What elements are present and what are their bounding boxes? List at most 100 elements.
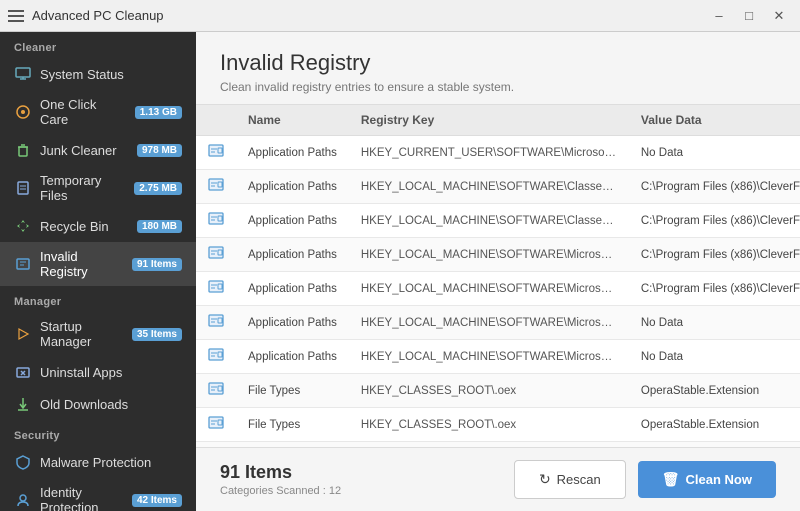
col-key: Registry Key [349,105,629,136]
junk-icon [14,141,32,159]
sidebar-item-label: Invalid Registry [40,249,124,279]
row-registry-key: HKEY_LOCAL_MACHINE\SOFTWARE\Microsoft\Wi… [349,272,629,306]
footer-info: 91 Items Categories Scanned : 12 [220,462,341,497]
row-registry-key: HKEY_LOCAL_MACHINE\SOFTWARE\Classes\Appl… [349,204,629,238]
sidebar-item-one-click-care[interactable]: One Click Care 1.13 GB [0,90,196,134]
table-row: Application PathsHKEY_CURRENT_USER\SOFTW… [196,136,800,170]
row-icon [196,136,236,170]
table-row: Application PathsHKEY_LOCAL_MACHINE\SOFT… [196,238,800,272]
window-controls: – □ ✕ [706,6,792,26]
sidebar-item-label: Malware Protection [40,455,182,470]
content-footer: 91 Items Categories Scanned : 12 ↻ Resca… [196,447,800,511]
categories-scanned: Categories Scanned : 12 [220,485,341,497]
temp-files-badge: 2.75 MB [134,182,182,195]
identity-icon [14,491,32,509]
recycle-icon [14,217,32,235]
sidebar: Cleaner System Status One Click Care [0,32,196,511]
registry-table: Name Registry Key Value Data Application… [196,105,800,447]
registry-table-container[interactable]: Name Registry Key Value Data Application… [196,104,800,447]
startup-manager-badge: 35 Items [132,328,182,341]
row-name: Application Paths [236,204,349,238]
row-name: Application Paths [236,306,349,340]
title-bar: Advanced PC Cleanup – □ ✕ [0,0,800,32]
junk-cleaner-badge: 978 MB [137,144,182,157]
startup-icon [14,325,32,343]
col-name: Name [236,105,349,136]
recycle-bin-badge: 180 MB [137,220,182,233]
sidebar-item-label: System Status [40,67,182,82]
row-icon [196,238,236,272]
invalid-registry-badge: 91 Items [132,258,182,271]
row-name: File Types [236,374,349,408]
sidebar-item-old-downloads[interactable]: Old Downloads [0,388,196,420]
row-name: Application Paths [236,238,349,272]
sidebar-item-identity-protection[interactable]: Identity Protection 42 Items [0,478,196,511]
sidebar-item-malware-protection[interactable]: Malware Protection [0,446,196,478]
sidebar-item-label: Old Downloads [40,397,182,412]
page-subtitle: Clean invalid registry entries to ensure… [220,80,776,94]
window-title: Advanced PC Cleanup [32,8,164,23]
sidebar-item-invalid-registry[interactable]: Invalid Registry 91 Items [0,242,196,286]
row-name: Application Paths [236,272,349,306]
table-row: Application PathsHKEY_LOCAL_MACHINE\SOFT… [196,340,800,374]
rescan-label: Rescan [557,472,601,487]
sidebar-item-startup-manager[interactable]: Startup Manager 35 Items [0,312,196,356]
content-header: Invalid Registry Clean invalid registry … [196,32,800,104]
row-registry-key: HKEY_LOCAL_MACHINE\SOFTWARE\Microsoft\Wi… [349,306,629,340]
row-value-data: C:\Program Files (x86)\CleverFile... [629,170,800,204]
row-registry-key: HKEY_CURRENT_USER\SOFTWARE\Microsoft\Win… [349,136,629,170]
rescan-button[interactable]: ↻ Rescan [514,460,626,499]
row-value-data: C:\Program Files (x86)\CleverFiles\ [629,272,800,306]
minimize-button[interactable]: – [706,6,732,26]
temp-icon [14,179,32,197]
row-icon [196,374,236,408]
maximize-button[interactable]: □ [736,6,762,26]
clean-icon: 🗑 [662,471,680,488]
row-value-data: C:\Program Files (x86)\CleverFiles\ [629,238,800,272]
sidebar-item-uninstall-apps[interactable]: Uninstall Apps [0,356,196,388]
click-icon [14,103,32,121]
shield-icon [14,453,32,471]
table-row: Application PathsHKEY_LOCAL_MACHINE\SOFT… [196,306,800,340]
table-row: Application PathsHKEY_LOCAL_MACHINE\SOFT… [196,204,800,238]
row-value-data: OperaStable.Extension [629,374,800,408]
close-button[interactable]: ✕ [766,6,792,26]
row-name: Application Paths [236,340,349,374]
table-row: Application PathsHKEY_LOCAL_MACHINE\SOFT… [196,272,800,306]
main-content: Invalid Registry Clean invalid registry … [196,32,800,511]
footer-actions: ↻ Rescan 🗑 Clean Now [514,460,776,499]
clean-label: Clean Now [686,472,752,487]
row-name: File Types [236,408,349,442]
page-title: Invalid Registry [220,50,776,76]
sidebar-item-label: Uninstall Apps [40,365,182,380]
row-name: Application Paths [236,170,349,204]
row-value-data: No Data [629,340,800,374]
row-icon [196,170,236,204]
row-icon [196,408,236,442]
table-row: File TypesHKEY_CLASSES_ROOT\.oexOperaSta… [196,408,800,442]
sidebar-item-label: One Click Care [40,97,127,127]
row-value-data: No Data [629,136,800,170]
row-icon [196,272,236,306]
sidebar-item-temporary-files[interactable]: Temporary Files 2.75 MB [0,166,196,210]
table-row: Application PathsHKEY_LOCAL_MACHINE\SOFT… [196,170,800,204]
sidebar-item-junk-cleaner[interactable]: Junk Cleaner 978 MB [0,134,196,166]
items-count: 91 Items [220,462,341,483]
sidebar-item-label: Startup Manager [40,319,124,349]
row-icon [196,306,236,340]
row-value-data: OperaStable.Extension [629,408,800,442]
sidebar-item-system-status[interactable]: System Status [0,58,196,90]
identity-protection-badge: 42 Items [132,494,182,507]
uninstall-icon [14,363,32,381]
sidebar-item-recycle-bin[interactable]: Recycle Bin 180 MB [0,210,196,242]
col-icon [196,105,236,136]
download-icon [14,395,32,413]
sidebar-item-label: Junk Cleaner [40,143,129,158]
clean-now-button[interactable]: 🗑 Clean Now [638,461,776,498]
hamburger-icon[interactable] [8,10,24,22]
sidebar-item-label: Recycle Bin [40,219,129,234]
col-value: Value Data [629,105,800,136]
row-registry-key: HKEY_CLASSES_ROOT\.oex [349,374,629,408]
cleaner-section-label: Cleaner [0,32,196,58]
security-section-label: Security [0,420,196,446]
